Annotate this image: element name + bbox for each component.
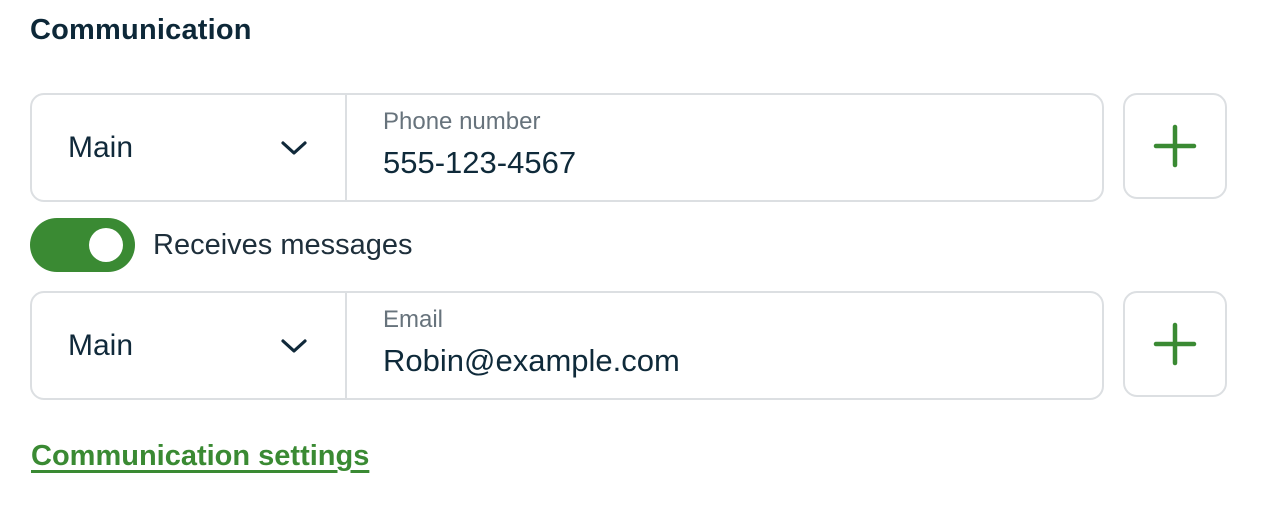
phone-type-label: Main [68, 130, 134, 164]
email-field-group: Main Email [30, 291, 1104, 400]
phone-field-group: Main Phone number [30, 93, 1104, 202]
chevron-down-icon [281, 140, 307, 155]
section-title: Communication [30, 14, 252, 46]
phone-input[interactable] [383, 145, 1066, 182]
email-type-select[interactable]: Main [32, 293, 347, 398]
receives-messages-label: Receives messages [153, 228, 413, 261]
toggle-knob [89, 228, 123, 262]
phone-field-label: Phone number [383, 108, 541, 135]
receives-messages-row: Receives messages [30, 218, 413, 272]
plus-icon [1153, 322, 1197, 366]
phone-value-area[interactable]: Phone number [347, 95, 1102, 200]
communication-settings-link[interactable]: Communication settings [31, 440, 369, 473]
plus-icon [1153, 124, 1197, 168]
chevron-down-icon [281, 338, 307, 353]
email-value-area[interactable]: Email [347, 293, 1102, 398]
add-phone-button[interactable] [1123, 93, 1227, 199]
email-field-label: Email [383, 306, 444, 333]
receives-messages-toggle[interactable] [30, 218, 135, 272]
phone-type-select[interactable]: Main [32, 95, 347, 200]
add-email-button[interactable] [1123, 291, 1227, 397]
email-input[interactable] [383, 343, 1066, 380]
email-type-label: Main [68, 328, 134, 362]
